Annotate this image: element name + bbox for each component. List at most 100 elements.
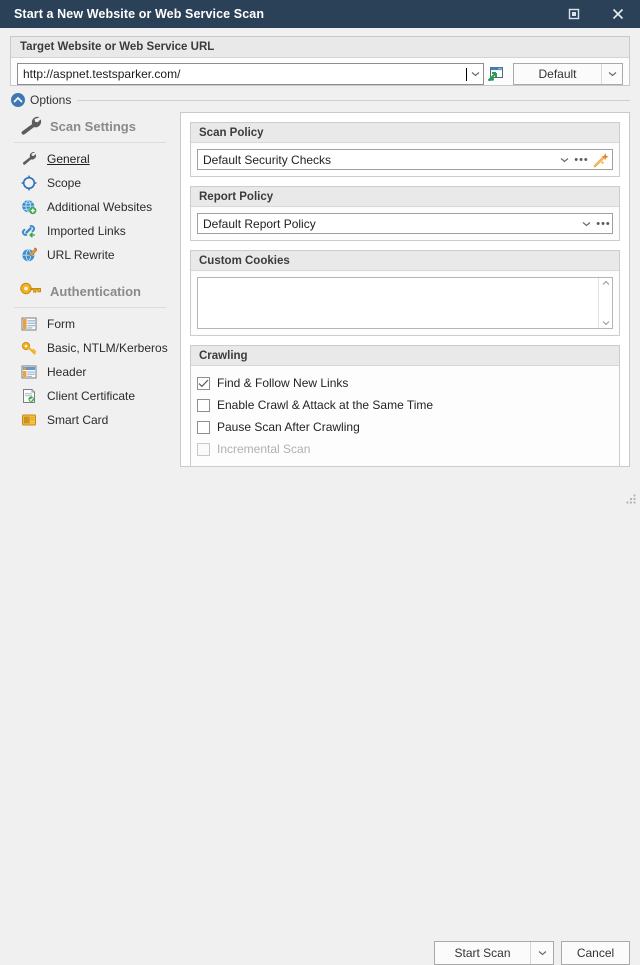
chevron-down-icon xyxy=(538,951,546,956)
magic-wand-icon xyxy=(593,152,609,167)
open-browser-icon xyxy=(487,67,503,82)
globe-add-icon xyxy=(18,197,40,217)
custom-cookies-header: Custom Cookies xyxy=(191,251,619,271)
sidebar-item-general[interactable]: General xyxy=(0,147,178,171)
key-small-icon xyxy=(18,338,40,358)
url-input[interactable]: http://aspnet.testsparker.com/ xyxy=(17,63,484,85)
checkbox-incremental-scan xyxy=(197,442,210,456)
scan-policy-body: Default Security Checks ••• xyxy=(191,143,619,176)
report-policy-more-button[interactable]: ••• xyxy=(595,217,612,230)
chevron-up-circle-icon xyxy=(11,93,25,107)
link-import-icon xyxy=(18,221,40,241)
checkbox-label: Find & Follow New Links xyxy=(217,376,349,390)
profile-dropdown-button[interactable] xyxy=(602,71,622,77)
sidebar-item-label: Header xyxy=(47,365,87,379)
wrench-small-icon xyxy=(18,149,40,169)
report-policy-dropdown[interactable] xyxy=(578,221,595,227)
sidebar-item-label: Client Certificate xyxy=(47,389,136,403)
sidebar-section-title: Authentication xyxy=(50,283,141,299)
checkbox-row-incremental-scan: Incremental Scan xyxy=(197,438,613,460)
scope-icon xyxy=(18,173,40,193)
sidebar-divider xyxy=(14,307,166,308)
scan-policy-header: Scan Policy xyxy=(191,123,619,143)
checkbox-label: Enable Crawl & Attack at the Same Time xyxy=(217,398,434,412)
header-icon xyxy=(18,362,40,382)
sidebar-item-label: Imported Links xyxy=(47,224,126,238)
scan-policy-group: Scan Policy Default Security Checks ••• xyxy=(190,122,620,177)
sidebar-item-basic-ntlm-kerberos[interactable]: Basic, NTLM/Kerberos xyxy=(0,336,178,360)
sidebar-section-gap xyxy=(0,267,178,277)
start-scan-button[interactable]: Start Scan xyxy=(435,942,530,964)
custom-cookies-body xyxy=(191,271,619,335)
sidebar-item-label: Smart Card xyxy=(47,413,109,427)
checkbox-row-pause-scan-after-crawling[interactable]: Pause Scan After Crawling xyxy=(197,416,613,438)
start-scan-dropdown-button[interactable] xyxy=(531,942,553,964)
sidebar-section-scan-settings: Scan Settings xyxy=(0,112,178,140)
maximize-button[interactable] xyxy=(552,0,596,28)
checkbox-label: Pause Scan After Crawling xyxy=(217,420,360,434)
crawling-header: Crawling xyxy=(191,346,619,366)
report-policy-combobox[interactable]: Default Report Policy ••• xyxy=(197,213,613,234)
open-in-browser-button[interactable] xyxy=(484,66,506,82)
chevron-down-icon xyxy=(560,157,569,162)
custom-cookies-value xyxy=(198,278,598,328)
sidebar-section-title: Scan Settings xyxy=(50,118,136,134)
cancel-button[interactable]: Cancel xyxy=(561,941,630,965)
sidebar-item-scope[interactable]: Scope xyxy=(0,171,178,195)
chevron-down-icon xyxy=(582,221,591,226)
report-policy-body: Default Report Policy ••• xyxy=(191,207,619,240)
checkbox-label: Incremental Scan xyxy=(217,442,311,456)
scan-policy-dropdown[interactable] xyxy=(556,157,573,163)
window-controls xyxy=(552,0,640,28)
start-scan-split-button[interactable]: Start Scan xyxy=(434,941,554,965)
checkmark-icon xyxy=(198,379,209,387)
checkbox-row-enable-crawl-attack[interactable]: Enable Crawl & Attack at the Same Time xyxy=(197,394,613,416)
title-bar: Start a New Website or Web Service Scan xyxy=(0,0,640,28)
profile-button[interactable]: Default xyxy=(513,63,623,85)
checkbox-find-follow-new-links[interactable] xyxy=(197,376,210,390)
form-icon xyxy=(18,314,40,334)
custom-cookies-textarea[interactable] xyxy=(197,277,613,329)
sidebar-item-label: Form xyxy=(47,317,75,331)
sidebar-item-additional-websites[interactable]: Additional Websites xyxy=(0,195,178,219)
sidebar-item-label: URL Rewrite xyxy=(47,248,115,262)
scan-policy-more-button[interactable]: ••• xyxy=(573,154,590,165)
window-title: Start a New Website or Web Service Scan xyxy=(14,7,265,21)
report-policy-header: Report Policy xyxy=(191,187,619,207)
sidebar-item-url-rewrite[interactable]: URL Rewrite xyxy=(0,243,178,267)
scan-policy-wizard-button[interactable] xyxy=(590,152,612,168)
crawling-body: Find & Follow New Links Enable Crawl & A… xyxy=(191,366,619,466)
close-button[interactable] xyxy=(596,0,640,28)
key-icon xyxy=(18,279,44,303)
settings-sidebar: Scan Settings General Scope Additional W… xyxy=(0,112,178,462)
options-expander[interactable]: Options xyxy=(10,91,630,109)
sidebar-item-header[interactable]: Header xyxy=(0,360,178,384)
chevron-down-icon xyxy=(602,321,609,326)
profile-button-label: Default xyxy=(538,67,577,81)
resize-grip-icon[interactable] xyxy=(625,493,637,505)
sidebar-item-client-certificate[interactable]: Client Certificate xyxy=(0,384,178,408)
scan-policy-combobox[interactable]: Default Security Checks ••• xyxy=(197,149,613,170)
checkbox-enable-crawl-attack[interactable] xyxy=(197,398,210,412)
sidebar-item-label: General xyxy=(47,152,90,166)
target-url-group: Target Website or Web Service URL http:/… xyxy=(10,36,630,86)
sidebar-item-smart-card[interactable]: Smart Card xyxy=(0,408,178,432)
ellipsis-icon: ••• xyxy=(596,217,611,230)
sidebar-divider xyxy=(14,142,166,143)
checkbox-pause-scan-after-crawling[interactable] xyxy=(197,420,210,434)
sidebar-item-imported-links[interactable]: Imported Links xyxy=(0,219,178,243)
checkbox-row-find-follow-new-links[interactable]: Find & Follow New Links xyxy=(197,372,613,394)
settings-main-panel: Scan Policy Default Security Checks ••• xyxy=(180,112,630,467)
report-policy-value: Default Report Policy xyxy=(203,216,316,231)
sidebar-item-form[interactable]: Form xyxy=(0,312,178,336)
custom-cookies-group: Custom Cookies xyxy=(190,250,620,336)
custom-cookies-scrollbar[interactable] xyxy=(598,278,612,328)
globe-edit-icon xyxy=(18,245,40,265)
url-history-dropdown[interactable] xyxy=(467,71,483,77)
crawling-group: Crawling Find & Follow New Links Enable … xyxy=(190,345,620,467)
sidebar-item-label: Additional Websites xyxy=(47,200,153,214)
close-icon xyxy=(612,8,624,20)
target-url-row: http://aspnet.testsparker.com/ Default xyxy=(11,58,629,85)
options-divider-line xyxy=(77,99,630,101)
smartcard-icon xyxy=(18,410,40,430)
